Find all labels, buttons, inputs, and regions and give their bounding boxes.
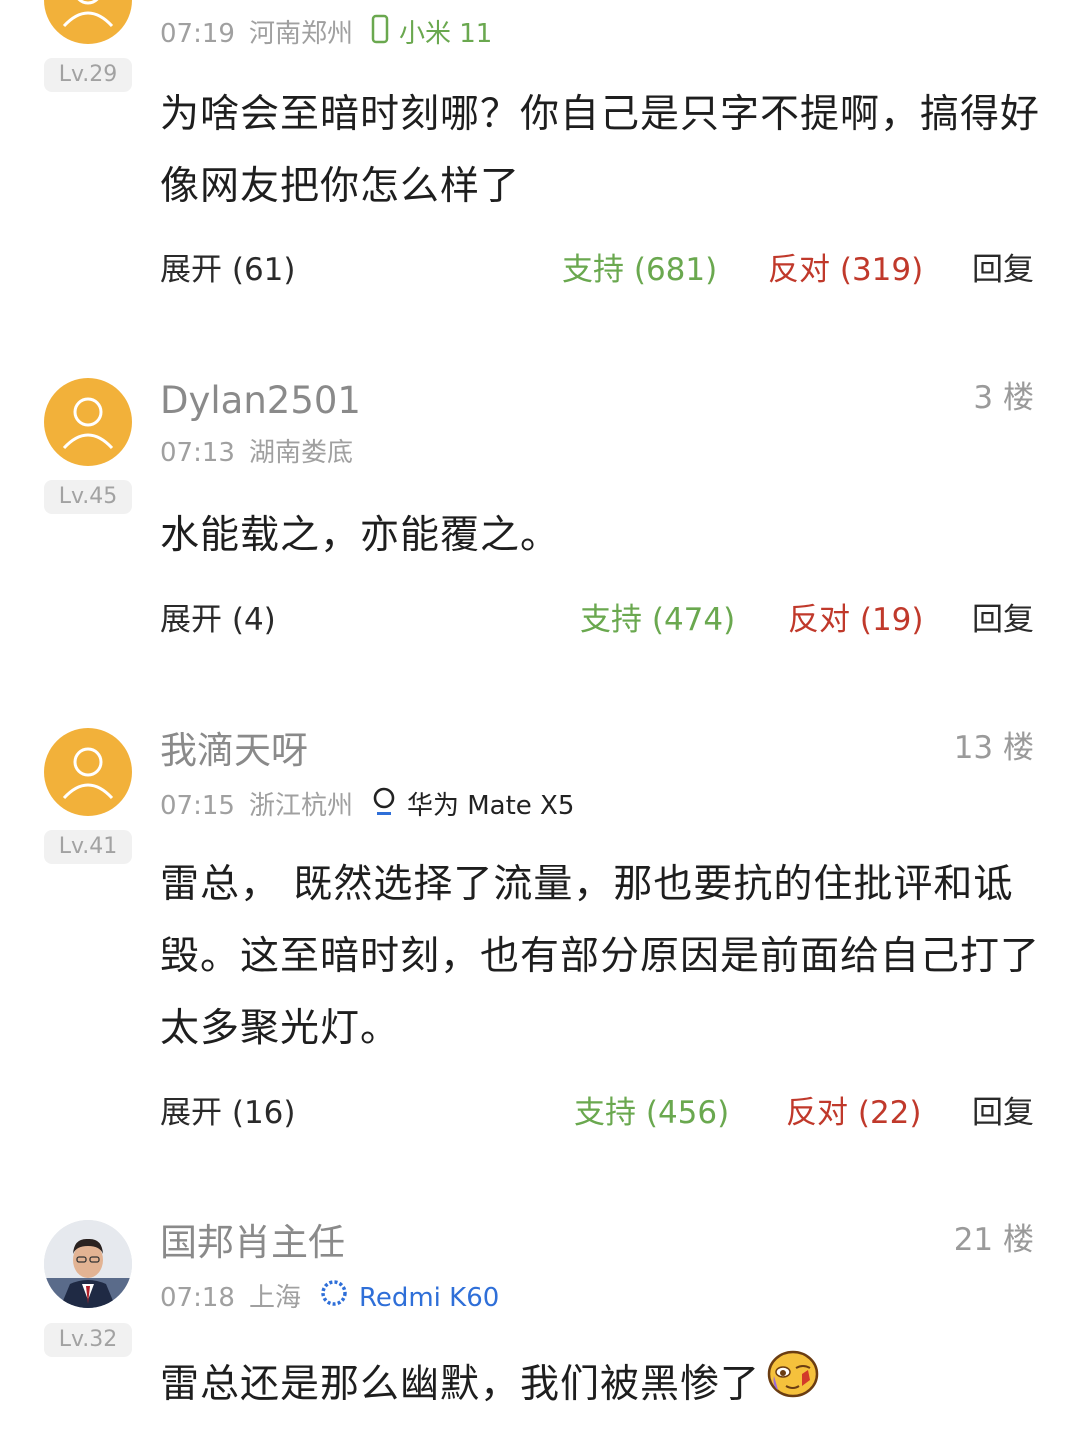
comment-actions: 展开 (4) 支持 (474) 反对 (19) 回复	[0, 598, 1080, 642]
username[interactable]: Dylan2501	[160, 379, 361, 423]
huawei-ring-icon	[371, 786, 397, 825]
crying-laughing-emoji-icon	[766, 1346, 820, 1424]
oppose-button[interactable]: 反对 (22)	[786, 1091, 922, 1135]
comment-time: 07:19	[160, 18, 235, 49]
comment-text: 雷总还是那么幽默，我们被黑惨了	[160, 1362, 761, 1407]
username[interactable]: 国邦肖主任	[160, 1221, 345, 1265]
comment-actions: 展开 (16) 支持 (456) 反对 (22) 回复	[0, 1091, 1080, 1135]
level-badge: Lv.29	[44, 58, 132, 92]
level-badge: Lv.41	[44, 830, 132, 864]
oppose-button[interactable]: 反对 (19)	[788, 598, 924, 642]
comment-time: 07:18	[160, 1282, 235, 1313]
comment-time: 07:15	[160, 790, 235, 821]
comment-meta: 07:18 上海 Redmi K60	[160, 1278, 499, 1317]
user-avatar-icon[interactable]	[44, 728, 132, 816]
comment-time: 07:13	[160, 438, 235, 468]
reply-button[interactable]: 回复	[972, 248, 1034, 292]
comment-meta: 07:15 浙江杭州 华为 Mate X5	[160, 786, 574, 825]
comment-location: 浙江杭州	[248, 790, 353, 821]
expand-button[interactable]: 展开 (61)	[160, 248, 296, 292]
comment-body: 雷总， 既然选择了流量，那也要抗的住批评和诋毁。这至暗时刻，也有部分原因是前面给…	[160, 862, 1041, 1051]
reply-button[interactable]: 回复	[972, 598, 1034, 642]
floor-number: 21 楼	[953, 1222, 1034, 1258]
support-button[interactable]: 支持 (681)	[562, 248, 717, 292]
comment-location: 湖南娄底	[248, 438, 353, 468]
oppose-button[interactable]: 反对 (319)	[768, 248, 923, 292]
comment-body: 水能载之，亦能覆之。	[160, 513, 561, 558]
user-avatar-icon[interactable]	[44, 378, 132, 466]
device-tag: 小米 11	[371, 14, 492, 53]
comment-meta: 07:13 湖南娄底	[160, 436, 353, 470]
support-button[interactable]: 支持 (474)	[580, 598, 735, 642]
device-tag: Redmi K60	[319, 1278, 499, 1317]
redmi-ring-icon	[319, 1278, 349, 1317]
comment-meta: 07:19 河南郑州 小米 11	[160, 14, 492, 53]
comment-actions: 展开 (61) 支持 (681) 反对 (319) 回复	[0, 248, 1080, 292]
reply-button[interactable]: 回复	[972, 1091, 1034, 1135]
device-name: 小米 11	[398, 18, 493, 49]
user-photo-avatar[interactable]	[44, 1220, 132, 1308]
comment-location: 河南郑州	[248, 18, 353, 49]
level-badge: Lv.32	[44, 1323, 132, 1357]
expand-button[interactable]: 展开 (16)	[160, 1091, 296, 1135]
user-avatar-icon[interactable]	[44, 0, 132, 44]
device-tag: 华为 Mate X5	[371, 786, 574, 825]
comment-location: 上海	[248, 1282, 301, 1313]
device-name: 华为 Mate X5	[406, 790, 575, 821]
support-button[interactable]: 支持 (456)	[574, 1091, 729, 1135]
comment-body: 雷总还是那么幽默，我们被黑惨了	[160, 1346, 1040, 1424]
level-badge: Lv.45	[44, 480, 132, 514]
comment-body: 为啥会至暗时刻哪？你自己是只字不提啊，搞得好像网友把你怎么样了	[160, 92, 1041, 209]
device-name: Redmi K60	[358, 1282, 500, 1313]
phone-icon	[371, 14, 389, 53]
username[interactable]: 我滴天呀	[160, 729, 308, 773]
expand-button[interactable]: 展开 (4)	[160, 598, 276, 642]
floor-number: 3 楼	[973, 380, 1034, 416]
floor-number: 13 楼	[953, 730, 1034, 766]
